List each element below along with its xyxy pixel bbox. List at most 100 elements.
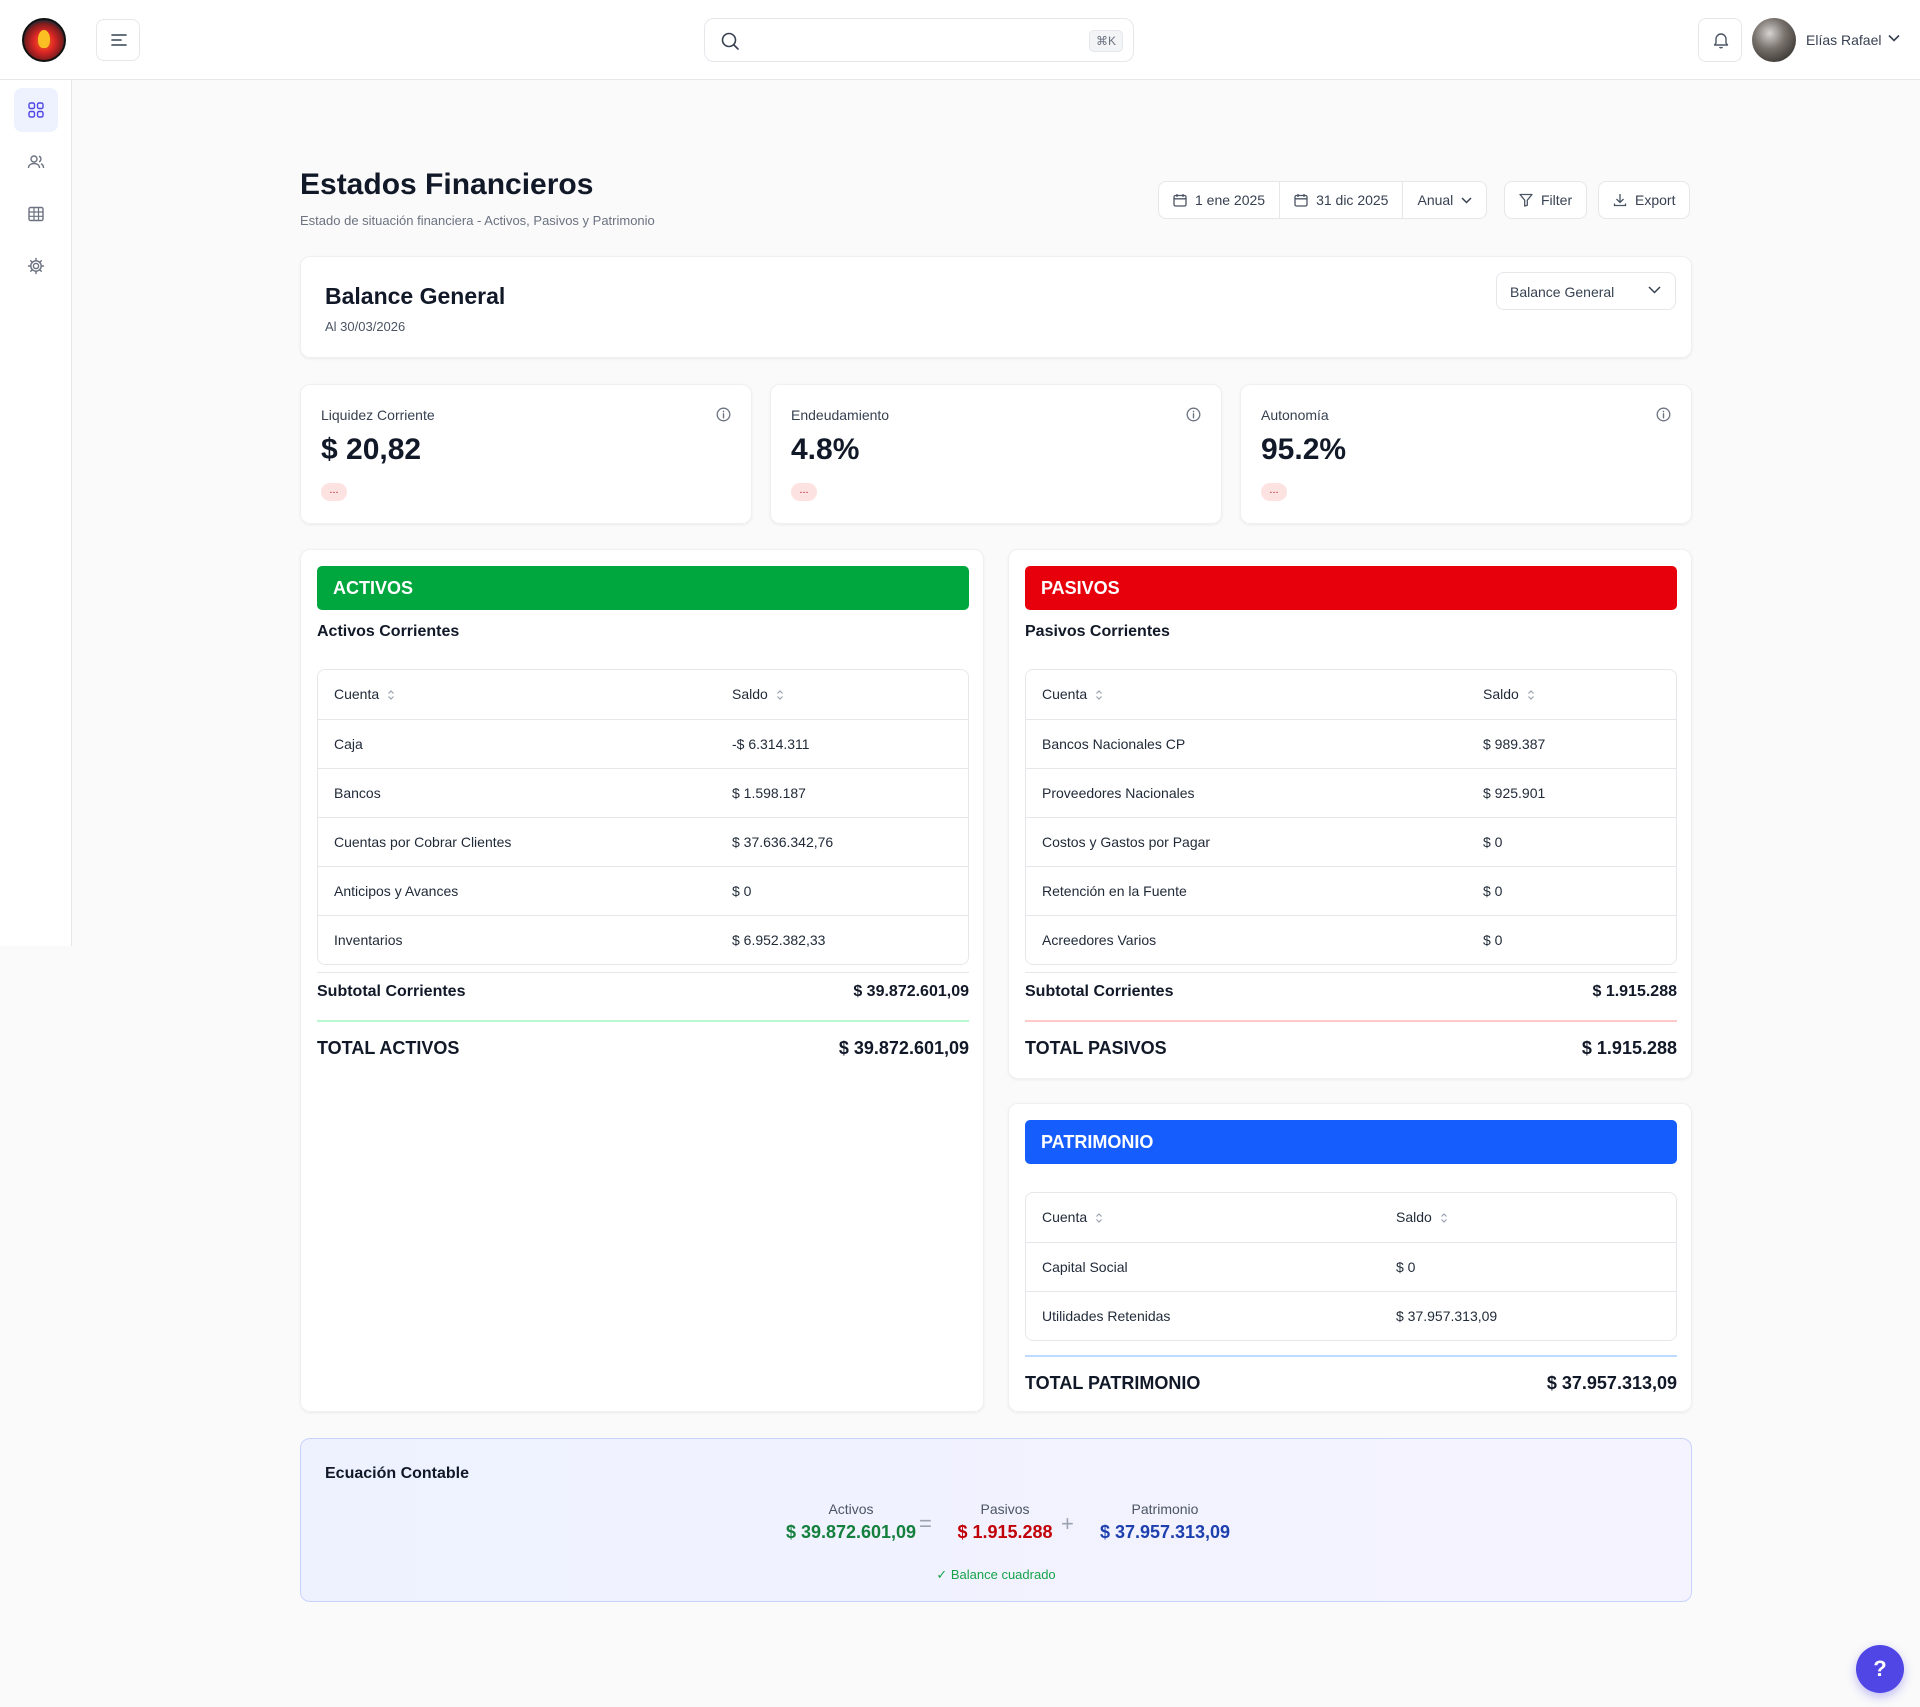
balance-date: Al 30/03/2026 [325,319,406,334]
equation-pasivos-label: Pasivos [980,1501,1030,1517]
table-row[interactable]: Bancos Nacionales CP $ 989.387 [1026,719,1676,768]
kpi-badge: ... [791,483,817,501]
kpi-badge: ... [1261,483,1287,501]
search-box[interactable]: ⌘K [704,18,1134,62]
page-title: Estados Financieros [300,168,594,201]
cell-balance: -$ 6.314.311 [732,736,810,752]
cell-account: Inventarios [334,932,403,948]
activos-table: Cuenta Saldo Caja -$ 6.314.311 Bancos $ 1.… [317,669,969,965]
subtotal-label: Subtotal Corrientes [1025,983,1174,1000]
download-icon [1613,194,1627,207]
kpi-value: 4.8% [791,433,860,466]
total-label: TOTAL PASIVOS [1025,1038,1167,1058]
user-name[interactable]: Elías Rafael [1806,32,1881,48]
report-type-select[interactable]: Balance General [1496,272,1676,310]
table-row[interactable]: Anticipos y Avances $ 0 [318,866,968,915]
sidebar-item-users[interactable] [14,140,58,184]
table-row[interactable]: Costos y Gastos por Pagar $ 0 [1026,817,1676,866]
info-icon[interactable] [716,407,731,422]
cell-account: Anticipos y Avances [334,883,459,899]
search-input[interactable] [749,27,1069,55]
patrimonio-table: Cuenta Saldo Capital Social $ 0 Utilidade… [1025,1192,1677,1341]
balance-status: ✓ Balance cuadrado [936,1567,1056,1582]
date-to-label: 31 dic 2025 [1316,192,1389,208]
table-row[interactable]: Retención en la Fuente $ 0 [1026,866,1676,915]
table-row[interactable]: Proveedores Nacionales $ 925.901 [1026,768,1676,817]
divider [1025,1020,1677,1022]
table-row[interactable]: Utilidades Retenidas $ 37.957.313,09 [1026,1291,1676,1340]
patrimonio-header: PATRIMONIO [1025,1120,1677,1164]
report-type-value: Balance General [1510,284,1615,300]
equation-patrimonio: Patrimonio $ 37.957.313,09 [1085,1501,1245,1543]
patrimonio-panel: PATRIMONIO Cuenta Saldo Capital Social $ … [1008,1103,1692,1412]
equation-pasivos-value: $ 1.915.288 [957,1522,1053,1542]
total-label: TOTAL PATRIMONIO [1025,1373,1201,1393]
total-label: TOTAL ACTIVOS [317,1038,460,1058]
period-label: Anual [1417,192,1454,208]
table-row[interactable]: Caja -$ 6.314.311 [318,719,968,768]
page-subtitle: Estado de situación financiera - Activos… [300,213,655,228]
notifications-button[interactable] [1698,18,1742,62]
filter-icon [1519,193,1533,207]
sidebar-item-settings[interactable] [14,244,58,288]
filter-button[interactable]: Filter [1504,181,1588,219]
kpi-value: 95.2% [1261,433,1347,466]
chevron-down-icon [1648,286,1661,294]
equation-activos-value: $ 39.872.601,09 [785,1522,917,1542]
kpi-card-liquidez: Liquidez Corriente $ 20,82 ... [300,384,752,524]
users-icon [27,155,45,169]
kpi-label: Liquidez Corriente [321,407,435,423]
cell-account: Bancos Nacionales CP [1042,736,1186,752]
column-header-saldo[interactable]: Saldo [732,686,784,702]
column-label: Saldo [732,686,768,702]
sort-icon [388,690,395,700]
table-row[interactable]: Capital Social $ 0 [1026,1242,1676,1291]
menu-toggle-button[interactable] [96,19,140,61]
column-header-cuenta[interactable]: Cuenta [334,686,395,702]
table-row[interactable]: Cuentas por Cobrar Clientes $ 37.636.342,… [318,817,968,866]
table-row[interactable]: Bancos $ 1.598.187 [318,768,968,817]
equals-sign: = [919,1511,932,1536]
total-value: $ 37.957.313,09 [1546,1373,1677,1393]
kpi-card-endeudamiento: Endeudamiento 4.8% ... [770,384,1222,524]
calendar-icon [1294,194,1308,207]
activos-total: TOTAL ACTIVOS $ 39.872.601,09 [317,1038,969,1059]
sort-icon [1096,690,1103,700]
cell-balance: $ 925.901 [1483,785,1546,801]
help-button[interactable]: ? [1856,1645,1904,1693]
subtotal-label: Subtotal Corrientes [317,983,466,1000]
column-header-saldo[interactable]: Saldo [1396,1209,1448,1225]
date-to-picker[interactable]: 31 dic 2025 [1280,182,1404,218]
sort-icon [1096,1213,1103,1223]
top-bar: ⌘K Elías Rafael [0,0,1920,80]
cell-balance: $ 0 [1483,834,1503,850]
column-header-saldo[interactable]: Saldo [1483,686,1535,702]
period-select[interactable]: Anual [1403,182,1486,218]
total-value: $ 39.872.601,09 [838,1038,969,1058]
divider [317,1020,969,1022]
info-icon[interactable] [1656,407,1671,422]
column-header-cuenta[interactable]: Cuenta [1042,1209,1103,1225]
sidebar [0,80,72,946]
app-logo[interactable] [22,18,66,62]
column-header-cuenta[interactable]: Cuenta [1042,686,1103,702]
cell-balance: $ 0 [732,883,752,899]
sidebar-item-dashboard[interactable] [14,88,58,132]
balance-title: Balance General [325,283,506,309]
table-row[interactable]: Acreedores Varios $ 0 [1026,915,1676,964]
plus-sign: + [1061,1511,1074,1536]
activos-header: ACTIVOS [317,566,969,610]
cell-account: Capital Social [1042,1259,1128,1275]
equation-patrimonio-value: $ 37.957.313,09 [1099,1522,1231,1542]
date-from-picker[interactable]: 1 ene 2025 [1159,182,1281,218]
export-button[interactable]: Export [1598,181,1691,219]
bell-icon [1713,33,1729,49]
chevron-down-icon[interactable] [1888,34,1900,42]
gear-icon [27,257,45,275]
table-row[interactable]: Inventarios $ 6.952.382,33 [318,915,968,964]
sort-icon [776,690,783,700]
avatar[interactable] [1752,18,1796,62]
info-icon[interactable] [1186,407,1201,422]
sidebar-item-table[interactable] [14,192,58,236]
kpi-card-autonomia: Autonomía 95.2% ... [1240,384,1692,524]
